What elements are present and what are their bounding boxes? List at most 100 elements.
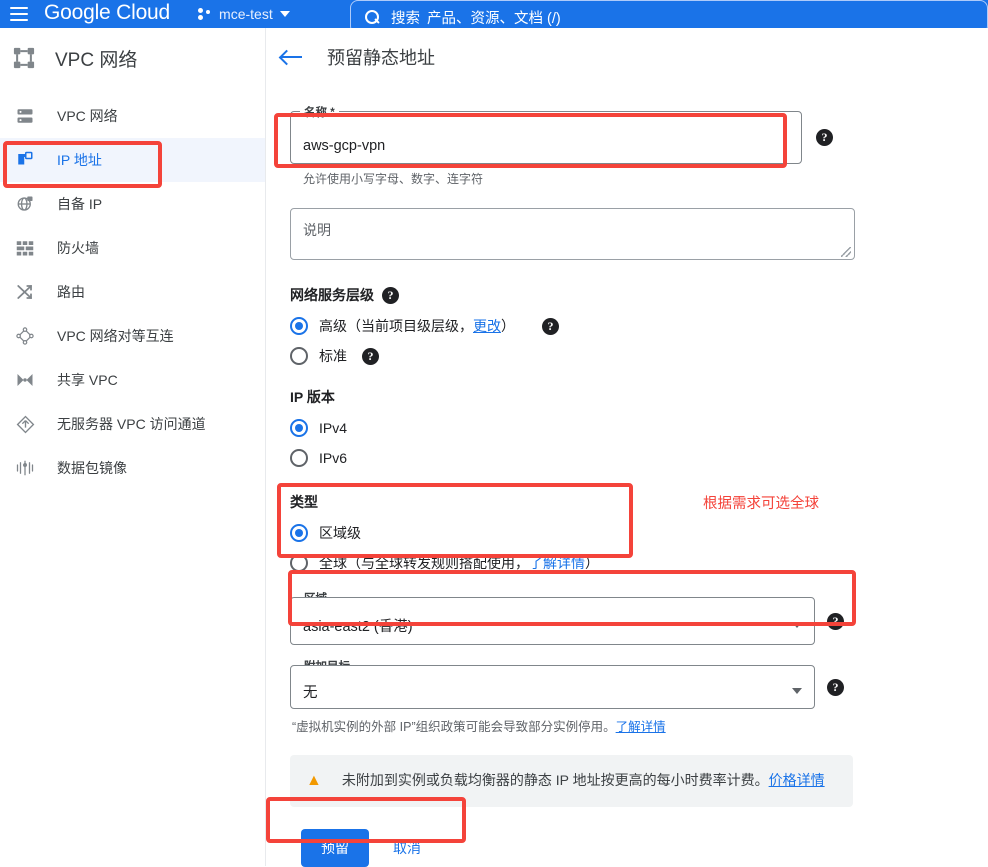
type-option-global[interactable]: 全球（与全球转发规则搭配使用，了解详情） (290, 548, 968, 578)
sidebar-item-vpc-networks[interactable]: VPC 网络 (0, 94, 265, 138)
attached-target-select[interactable]: 附加目标 无 (290, 658, 815, 709)
back-arrow-icon[interactable] (281, 48, 303, 66)
sidebar-item-packet-mirroring[interactable]: 数据包镜像 (0, 446, 265, 490)
reserve-button[interactable]: 预留 (301, 828, 369, 867)
sidebar-item-label: 共享 VPC (57, 372, 118, 388)
premium-text-after: ） (501, 318, 515, 334)
pricing-warning-banner: ▲ 未附加到实例或负载均衡器的静态 IP 地址按更高的每小时费率计费。价格详情 (290, 755, 853, 807)
sidebar-item-bring-your-own-ip[interactable]: 自备 IP (0, 182, 265, 226)
warning-message: 未附加到实例或负载均衡器的静态 IP 地址按更高的每小时费率计费。 (341, 772, 769, 788)
sidebar-item-serverless-vpc-access[interactable]: 无服务器 VPC 访问通道 (0, 402, 265, 446)
chevron-down-icon[interactable] (792, 688, 802, 694)
attached-target-note-text: “虚拟机实例的外部 IP”组织政策可能会导致部分实例停用。 (292, 720, 616, 734)
network-tier-standard-label: 标准 (319, 348, 347, 364)
pricing-details-link[interactable]: 价格详情 (769, 772, 825, 788)
global-text-before: 全球（与全球转发规则搭配使用， (319, 555, 529, 571)
sidebar-item-label: 数据包镜像 (57, 460, 127, 476)
sidebar-nav: VPC 网络 IP 地址 自备 IP 防火墙 路由 VPC 网络对等互连 共享 … (0, 94, 265, 490)
name-help-icon[interactable]: ? (816, 129, 833, 146)
radio-ipv4[interactable] (290, 419, 308, 437)
sidebar-item-label: VPC 网络 (57, 108, 118, 124)
serverless-access-icon (14, 413, 36, 435)
product-title: VPC 网络 (55, 49, 138, 71)
name-field-value: aws-gcp-vpn (303, 138, 386, 154)
ip-version-option-ipv6[interactable]: IPv6 (290, 443, 968, 473)
network-tier-premium-label: 高级（当前项目级层级，更改） (319, 316, 515, 336)
vpc-network-icon (13, 47, 35, 69)
form-actions: 预留 取消 (301, 828, 968, 867)
sidebar-item-label: 路由 (57, 284, 85, 300)
packet-mirroring-icon (14, 457, 36, 479)
sidebar-item-label: VPC 网络对等互连 (57, 328, 174, 344)
ip-address-icon (14, 149, 36, 171)
annotation-note-global: 根据需求可选全球 (703, 496, 819, 512)
type-option-regional[interactable]: 区域级 (290, 518, 968, 548)
attached-target-help-icon[interactable]: ? (827, 678, 844, 696)
sidebar: VPC 网络 VPC 网络 IP 地址 自备 IP 防火墙 路由 VPC 网络对… (0, 28, 266, 866)
ipv4-label: IPv4 (319, 420, 348, 436)
region-help-icon[interactable]: ? (827, 612, 844, 630)
change-tier-link[interactable]: 更改 (473, 318, 501, 334)
sidebar-item-shared-vpc[interactable]: 共享 VPC (0, 358, 265, 402)
global-label: 全球（与全球转发规则搭配使用，了解详情） (319, 553, 599, 573)
global-text-after: ） (585, 555, 599, 571)
project-dots-icon (198, 7, 212, 21)
page-header: 预留静态地址 (266, 28, 988, 86)
network-tier-option-premium[interactable]: 高级（当前项目级层级，更改） ? (290, 311, 968, 341)
reserve-static-address-form: 名称 * aws-gcp-vpn ? 允许使用小写字母、数字、连字符 说明 网络… (266, 104, 988, 867)
type-label: 类型 (290, 494, 318, 510)
firewall-brick-icon (14, 237, 36, 259)
sidebar-item-label: 防火墙 (57, 240, 99, 256)
project-selector[interactable]: mce-test (198, 6, 290, 22)
hamburger-menu-icon[interactable] (10, 7, 28, 21)
name-field-label: 名称 * (300, 104, 339, 120)
pricing-warning-text: 未附加到实例或负载均衡器的静态 IP 地址按更高的每小时费率计费。价格详情 (342, 770, 825, 792)
network-tier-title: 网络服务层级 ? (290, 285, 968, 305)
top-app-bar: Google Cloud mce-test 搜索 产品、资源、文档 (/) (0, 0, 988, 34)
premium-help-icon[interactable]: ? (542, 317, 559, 335)
standard-help-icon[interactable]: ? (362, 347, 379, 365)
main-content: 预留静态地址 名称 * aws-gcp-vpn ? 允许使用小写字母、数字、连字… (266, 28, 988, 867)
region-select-value: asia-east2 (香港) (303, 618, 413, 635)
type-title: 类型 (290, 492, 968, 512)
attached-target-note-link[interactable]: 了解详情 (616, 720, 666, 734)
sidebar-item-routes[interactable]: 路由 (0, 270, 265, 314)
warning-triangle-icon: ▲ (306, 772, 322, 789)
sidebar-item-firewall[interactable]: 防火墙 (0, 226, 265, 270)
network-tier-help-icon[interactable]: ? (382, 286, 399, 304)
product-header: VPC 网络 (0, 28, 265, 88)
radio-ipv6[interactable] (290, 449, 308, 467)
name-field[interactable]: 名称 * aws-gcp-vpn (290, 104, 802, 164)
network-tier-label: 网络服务层级 (290, 287, 374, 303)
ip-version-option-ipv4[interactable]: IPv4 (290, 413, 968, 443)
resize-grip-icon[interactable] (841, 247, 851, 257)
ip-version-label: IP 版本 (290, 389, 335, 405)
description-textarea[interactable]: 说明 (290, 208, 855, 260)
sidebar-item-label: 无服务器 VPC 访问通道 (57, 416, 206, 432)
network-tier-option-standard[interactable]: 标准 ? (290, 341, 968, 371)
peering-nodes-icon (14, 325, 36, 347)
region-select[interactable]: 区域 asia-east2 (香港) (290, 590, 815, 645)
sidebar-item-vpc-network-peering[interactable]: VPC 网络对等互连 (0, 314, 265, 358)
attached-target-note: “虚拟机实例的外部 IP”组织政策可能会导致部分实例停用。了解详情 (292, 716, 968, 735)
shared-vpc-bowtie-icon (14, 369, 36, 391)
radio-standard[interactable] (290, 347, 308, 365)
globe-ip-icon (14, 193, 36, 215)
sidebar-item-label: 自备 IP (57, 196, 103, 212)
ipv6-label: IPv6 (319, 450, 348, 466)
learn-more-global-link[interactable]: 了解详情 (529, 555, 585, 571)
radio-global[interactable] (290, 554, 308, 572)
ip-version-title: IP 版本 (290, 387, 968, 407)
google-cloud-logo[interactable]: Google Cloud (44, 1, 170, 27)
radio-premium[interactable] (290, 317, 308, 335)
search-label: 搜索 (391, 10, 420, 27)
page-title: 预留静态地址 (327, 48, 435, 68)
network-list-icon (14, 105, 36, 127)
chevron-down-icon[interactable] (792, 622, 802, 628)
sidebar-item-ip-addresses[interactable]: IP 地址 (0, 138, 265, 182)
cancel-button[interactable]: 取消 (379, 829, 435, 867)
attached-target-value: 无 (303, 684, 318, 701)
radio-regional[interactable] (290, 524, 308, 542)
routes-shuffle-icon (14, 281, 36, 303)
description-placeholder: 说明 (303, 222, 331, 238)
